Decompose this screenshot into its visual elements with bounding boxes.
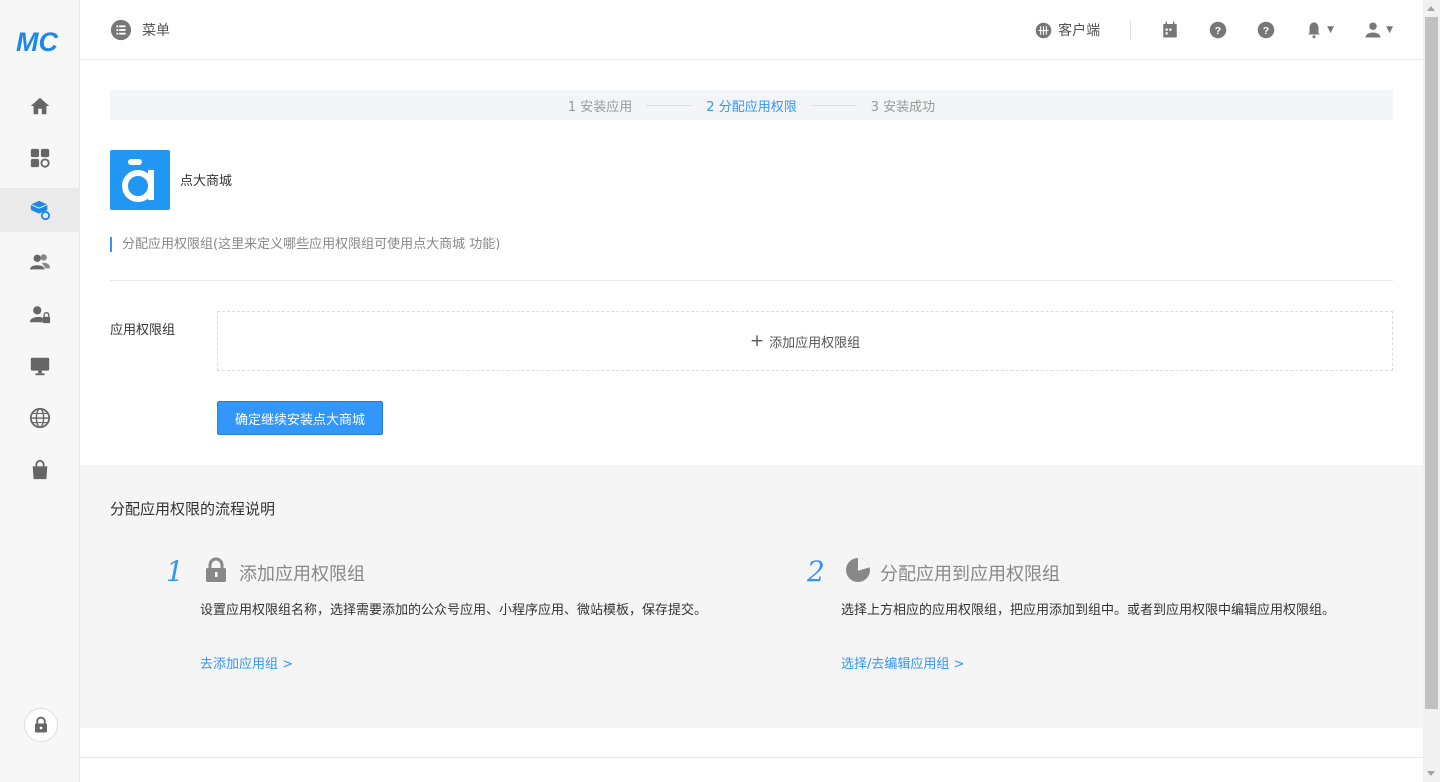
step-assign-permission: 2 分配应用权限	[706, 99, 797, 115]
step-title: 分配应用到应用权限组	[880, 564, 1060, 585]
topbar: 菜单 客户端 ? ? ▼ ▼	[80, 0, 1423, 60]
step-install-app: 1 安装应用	[567, 99, 633, 115]
step-number: 2	[807, 555, 825, 588]
client-icon	[1035, 22, 1052, 38]
sidebar-item-home[interactable]	[0, 84, 80, 128]
step-divider	[646, 104, 693, 106]
flow-title: 分配应用权限的流程说明	[110, 500, 276, 518]
add-app-group-link[interactable]: 去添加应用组 >	[200, 653, 293, 672]
lock-screen-button[interactable]	[24, 708, 58, 742]
calendar-button[interactable]	[1161, 21, 1179, 39]
scroll-up-arrow[interactable]	[1427, 6, 1435, 11]
install-steps: 1 安装应用 2 分配应用权限 3 安装成功	[110, 90, 1393, 120]
flow-explanation: 分配应用权限的流程说明 1 添加应用权限组 设置应用权限组名称，选择需要添加的公…	[80, 465, 1423, 728]
help-icon: ?	[1209, 21, 1227, 39]
calendar-icon	[1163, 21, 1177, 38]
app-logo-icon	[122, 159, 154, 202]
topbar-actions: 客户端 ? ? ▼ ▼	[1035, 0, 1423, 60]
sidebar: MC	[0, 0, 80, 782]
svg-text:?: ?	[1215, 25, 1221, 37]
faq-button[interactable]: ?	[1257, 21, 1275, 39]
client-link[interactable]: 客户端	[1035, 20, 1132, 40]
app-name: 点大商城	[180, 174, 233, 189]
brand-logo[interactable]: MC	[14, 26, 66, 56]
step-number: 1	[166, 555, 184, 588]
question-icon: ?	[1257, 21, 1275, 39]
user-lock-icon	[29, 306, 51, 324]
user-dropdown[interactable]: ▼	[1364, 21, 1393, 39]
notification-dropdown[interactable]: ▼	[1305, 21, 1334, 39]
plus-icon: +	[749, 330, 765, 351]
sidebar-item-user-permission[interactable]	[0, 292, 80, 336]
lock-icon	[206, 557, 226, 582]
divider	[110, 280, 1393, 281]
footer-divider	[80, 757, 1423, 758]
svg-text:?: ?	[1263, 25, 1269, 37]
menu-label: 菜单	[142, 23, 170, 39]
help-button[interactable]: ?	[1209, 21, 1227, 39]
add-permission-group-button[interactable]: + 添加应用权限组	[217, 311, 1393, 371]
step-title: 添加应用权限组	[239, 564, 365, 585]
menu-toggle[interactable]: 菜单	[110, 19, 170, 41]
sidebar-item-shop[interactable]	[0, 448, 80, 492]
client-label: 客户端	[1058, 23, 1101, 39]
sidebar-item-apps[interactable]	[0, 136, 80, 180]
permission-group-label: 应用权限组	[110, 323, 176, 338]
users-icon	[29, 254, 51, 270]
lock-icon	[35, 716, 47, 733]
chevron-down-icon: ▼	[1386, 25, 1393, 35]
scrollbar-thumb[interactable]	[1425, 17, 1438, 709]
apps-icon	[30, 148, 50, 168]
edit-app-group-link[interactable]: 选择/去编辑应用组 >	[841, 653, 964, 672]
list-icon	[110, 19, 132, 41]
step-description: 设置应用权限组名称，选择需要添加的公众号应用、小程序应用、微站模板，保存提交。	[200, 603, 708, 618]
home-icon	[30, 97, 50, 115]
user-icon	[1365, 22, 1381, 38]
step-description: 选择上方相应的应用权限组，把应用添加到组中。或者到应用权限中编辑应用权限组。	[841, 603, 1336, 618]
add-permission-group-label: 添加应用权限组	[769, 335, 861, 351]
app-icon	[110, 150, 170, 210]
section-description: 分配应用权限组(这里来定义哪些应用权限组可使用点大商城 功能)	[110, 237, 500, 252]
sidebar-item-app-install[interactable]	[0, 188, 80, 232]
scrollbar[interactable]	[1423, 0, 1440, 782]
bell-icon	[1308, 22, 1321, 39]
pie-chart-icon	[846, 558, 870, 582]
sidebar-item-monitor[interactable]	[0, 344, 80, 388]
app-install-icon	[30, 200, 51, 221]
confirm-install-button[interactable]: 确定继续安装点大商城	[217, 401, 383, 435]
scroll-down-arrow[interactable]	[1427, 771, 1435, 776]
globe-icon	[29, 407, 51, 429]
shopping-bag-icon	[32, 459, 48, 480]
step-install-success: 3 安装成功	[870, 99, 936, 115]
sidebar-item-users[interactable]	[0, 240, 80, 284]
sidebar-item-globe[interactable]	[0, 396, 80, 440]
chevron-down-icon: ▼	[1327, 25, 1335, 35]
monitor-icon	[30, 357, 50, 376]
svg-text:MC: MC	[16, 27, 58, 56]
step-divider	[810, 104, 857, 106]
